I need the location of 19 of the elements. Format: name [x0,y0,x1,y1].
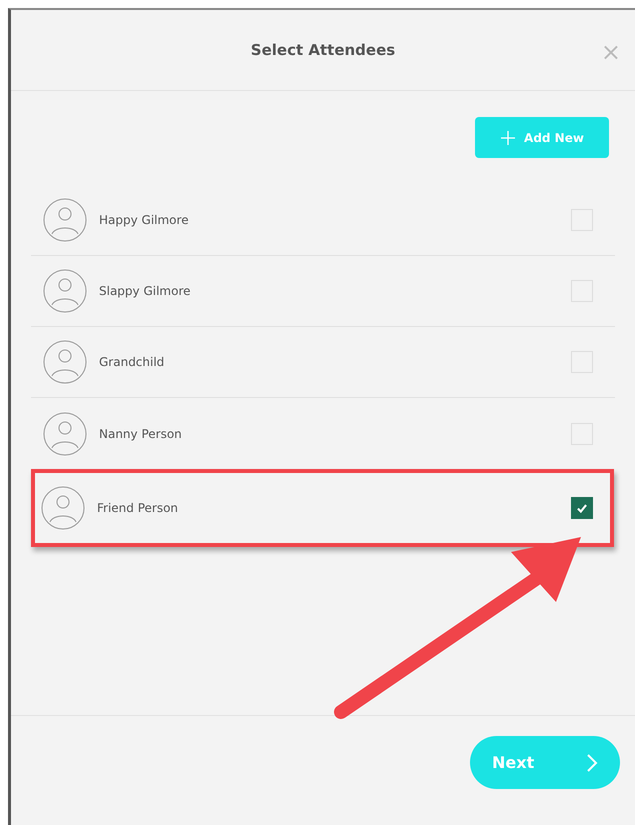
avatar-icon [43,340,87,384]
avatar-icon [43,412,87,456]
dialog-title: Select Attendees [250,41,396,59]
attendee-name: Happy Gilmore [99,213,190,227]
checkbox[interactable] [571,497,593,519]
chevron-right-icon [586,752,598,772]
attendee-row[interactable]: Grandchild [31,327,615,398]
attendee-name: Friend Person [97,501,180,515]
attendee-name: Slappy Gilmore [99,284,192,298]
attendee-row[interactable]: Slappy Gilmore [31,256,615,327]
avatar-icon [41,486,85,530]
avatar-icon [43,269,87,313]
highlighted-attendee-row[interactable]: Friend Person [31,469,614,547]
attendee-row[interactable]: Happy Gilmore [31,185,615,256]
attendee-name: Grandchild [99,355,166,369]
avatar-icon [43,198,87,242]
attendee-row[interactable]: Nanny Person [31,398,615,469]
plus-icon [500,130,516,146]
attendee-name: Nanny Person [99,426,183,440]
